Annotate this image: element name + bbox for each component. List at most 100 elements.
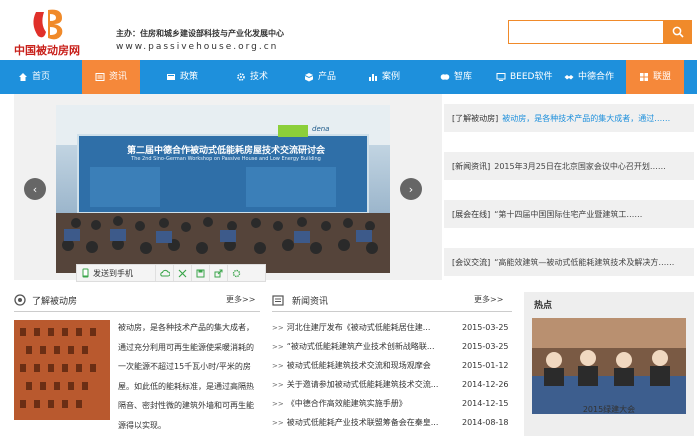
section-title: 了解被动房: [32, 296, 78, 307]
featured-news-item[interactable]: [了解被动房] 被动房，是各种技术产品的集大成者，通过……: [444, 104, 694, 132]
cloud-button[interactable]: [155, 265, 173, 281]
nav-label: 联盟: [652, 72, 671, 82]
hot-title: 热点: [534, 301, 553, 311]
nav-item-home[interactable]: 首页: [18, 60, 50, 94]
double-arrow-icon: >>: [272, 380, 284, 389]
nav-item-policy[interactable]: 政策: [166, 60, 198, 94]
cloud-icon: [159, 269, 170, 277]
double-arrow-icon: >>: [272, 323, 284, 332]
chart-icon: [369, 74, 377, 81]
news-date: 2014-08-18: [462, 418, 509, 427]
nav-item-news[interactable]: 资讯: [82, 60, 140, 94]
slider-prev-button[interactable]: ‹: [24, 178, 46, 200]
sponsor-text: 主办：住房和城乡建设部科技与产业化发展中心: [116, 29, 284, 38]
home-icon: [19, 73, 27, 81]
about-more-link[interactable]: 更多>>: [226, 294, 255, 305]
news-snippet: 被动房，是各种技术产品的集大成者，通过……: [502, 113, 671, 123]
section-divider: [272, 311, 512, 312]
about-description: 被动房，是各种技术产品的集大成者，通过充分利用可再生能源使采暖消耗的一次能源不超…: [18, 318, 258, 435]
software-icon: [496, 73, 506, 81]
policy-icon: [167, 74, 175, 80]
news-title: “被动式低能耗建筑产业技术创新战略联...: [286, 342, 435, 351]
news-row[interactable]: >> “被动式低能耗建筑产业技术创新战略联... 2015-03-25: [272, 337, 512, 356]
open-button[interactable]: [209, 265, 227, 281]
news-title: 关于邀请参加被动式低能耗建筑技术交流...: [286, 380, 439, 389]
share-toolbar: 发送到手机: [76, 264, 266, 282]
hot-panel: 热点 2015绿建大会: [524, 292, 694, 436]
news-row[interactable]: >> 被动式低能耗建筑技术交流和现场观摩会 2015-01-12: [272, 356, 512, 375]
nav-label: 政策: [180, 72, 199, 82]
handshake-icon: [564, 75, 574, 80]
news-category: [新闻资讯]: [452, 161, 491, 171]
nav-item-thinktank[interactable]: 智库: [440, 60, 472, 94]
news-title: 被动式低能耗建筑技术交流和现场观摩会: [286, 361, 431, 370]
save-button[interactable]: [191, 265, 209, 281]
save-icon: [196, 269, 205, 277]
news-snippet: 2015年3月25日在北京国家会议中心召开划……: [494, 161, 666, 171]
news-date: 2015-01-12: [462, 361, 509, 370]
slide-image[interactable]: 第二届中德合作被动式低能耗房屋技术交流研讨会 The 2nd Sino-Germ…: [56, 105, 390, 273]
news-date: 2014-12-15: [462, 399, 509, 408]
send-to-phone-button[interactable]: 发送到手机: [77, 268, 155, 279]
logo-text: 中国被动房网: [14, 44, 80, 57]
conference-photo: [56, 105, 390, 273]
phone-icon: [82, 268, 89, 278]
double-arrow-icon: >>: [272, 399, 284, 408]
hot-caption: 2015绿建大会: [582, 405, 636, 414]
news-title: 《中德合作高效能建筑实施手册》: [286, 399, 407, 408]
gear-icon: [232, 269, 241, 277]
nav-label: 首页: [32, 72, 51, 82]
brain-icon: [440, 74, 450, 80]
nav-label: 资讯: [108, 72, 127, 82]
main-nav: 首页 资讯 政策 技术 产品 案例 智库 BEED软件 中德合作 联盟: [0, 60, 697, 94]
image-slider: 第二届中德合作被动式低能耗房屋技术交流研讨会 The 2nd Sino-Germ…: [14, 94, 442, 282]
search-button[interactable]: [664, 20, 692, 44]
slider-next-button[interactable]: ›: [400, 178, 422, 200]
chevron-left-icon: ‹: [32, 182, 38, 196]
news-category: [会议交流]: [452, 257, 491, 267]
news-row[interactable]: >> 关于邀请参加被动式低能耗建筑技术交流... 2014-12-26: [272, 375, 512, 394]
share-label: 发送到手机: [93, 268, 133, 278]
news-snippet: “第十四届中国国际住宅产业暨建筑工……: [494, 209, 643, 219]
nav-item-tech[interactable]: 技术: [236, 60, 268, 94]
hot-image[interactable]: [532, 318, 686, 414]
featured-news-item[interactable]: [新闻资讯] 2015年3月25日在北京国家会议中心召开划……: [444, 152, 694, 180]
nav-item-alliance[interactable]: 联盟: [626, 60, 684, 94]
chevron-right-icon: ›: [408, 182, 414, 196]
nav-item-cases[interactable]: 案例: [368, 60, 400, 94]
featured-news-item[interactable]: [展会在线] “第十四届中国国际住宅产业暨建筑工……: [444, 200, 694, 228]
news-more-link[interactable]: 更多>>: [474, 294, 503, 305]
news-snippet: “高能效建筑—被动式低能耗建筑技术及解决方……: [494, 257, 675, 267]
site-url: www.passivehouse.org.cn: [116, 42, 279, 52]
nav-item-products[interactable]: 产品: [304, 60, 336, 94]
page: { "header": { "logo_text": "中国被动房网", "sp…: [0, 0, 697, 436]
alliance-icon: [639, 73, 648, 81]
nav-item-sino-german[interactable]: 中德合作: [564, 60, 614, 94]
share-icon: [214, 269, 223, 277]
settings-button[interactable]: [227, 265, 245, 281]
news-date: 2015-03-25: [462, 342, 509, 351]
site-logo[interactable]: 中国被动房网: [14, 6, 88, 58]
banner-title: 第二届中德合作被动式低能耗房屋技术交流研讨会: [126, 146, 325, 156]
news-section-header: 新闻资讯: [272, 292, 328, 308]
news-row[interactable]: >> 河北住建厅发布《被动式低能耗居住建... 2015-03-25: [272, 318, 512, 337]
about-text: 被动房，是各种技术产品的集大成者，通过充分利用可再生能源使采暖消耗的一次能源不超…: [118, 323, 254, 430]
news-icon: [95, 73, 105, 81]
nav-item-beed[interactable]: BEED软件: [496, 60, 552, 94]
nav-label: 案例: [382, 72, 401, 82]
newspaper-icon: [272, 294, 284, 306]
double-arrow-icon: >>: [272, 342, 284, 351]
news-row[interactable]: >> 被动式低能耗产业技术联盟筹备会在秦皇... 2014-08-18: [272, 413, 512, 432]
product-icon: [305, 73, 313, 82]
banner-subtitle: The 2nd Sino-German Workshop on Passive …: [131, 156, 321, 162]
fullscreen-button[interactable]: [173, 265, 191, 281]
nav-label: BEED软件: [510, 72, 553, 82]
about-section-header: 了解被动房: [14, 292, 77, 308]
featured-news-item[interactable]: [会议交流] “高能效建筑—被动式低能耗建筑技术及解决方……: [444, 248, 694, 276]
expand-icon: [178, 269, 187, 277]
search-input[interactable]: [508, 20, 664, 44]
logo-mark-icon: [33, 9, 63, 40]
nav-label: 产品: [318, 72, 337, 82]
news-row[interactable]: >> 《中德合作高效能建筑实施手册》 2014-12-15: [272, 394, 512, 413]
news-category: [了解被动房]: [452, 113, 499, 123]
